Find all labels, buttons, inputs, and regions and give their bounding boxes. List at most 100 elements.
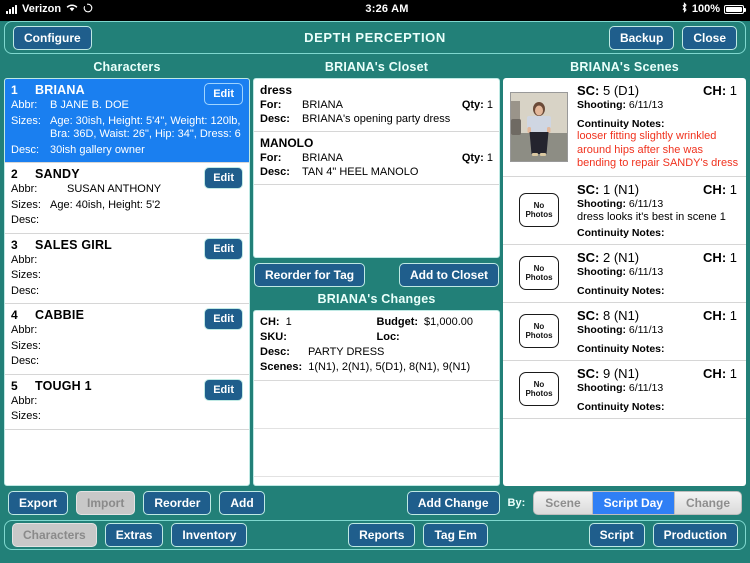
nav-reports-button[interactable]: Reports bbox=[348, 523, 416, 547]
closet-item[interactable]: MANOLO For: BRIANA Qty: 1 Desc: TAN 4" H… bbox=[254, 132, 499, 185]
no-photos-placeholder-icon[interactable]: No Photos bbox=[519, 256, 559, 290]
sc-label: SC: bbox=[577, 249, 600, 265]
continuity-notes-label: Continuity Notes: bbox=[577, 118, 665, 130]
loc-label: Loc: bbox=[376, 331, 400, 343]
sizes-label: Sizes: bbox=[11, 114, 41, 127]
no-photos-line2: Photos bbox=[525, 331, 553, 340]
character-number: 2 bbox=[11, 167, 18, 181]
ch-value: 1 bbox=[285, 316, 292, 328]
desc-value bbox=[45, 285, 243, 299]
segment-scene[interactable]: Scene bbox=[534, 491, 593, 514]
character-row[interactable]: 2 SANDY Edit Abbr: SUSAN ANTHONY Sizes: … bbox=[5, 163, 249, 234]
characters-list[interactable]: 1 BRIANA Edit Abbr: B JANE B. DOE Sizes:… bbox=[4, 78, 250, 486]
shooting-value: 6/11/13 bbox=[628, 381, 664, 394]
sizes-value bbox=[45, 269, 243, 283]
change-row[interactable]: CH: 1 Budget: $1,000.00 SKU: Loc: Desc: … bbox=[254, 311, 499, 381]
character-row[interactable]: 3 SALES GIRL Edit Abbr: Sizes: Desc: bbox=[5, 234, 249, 304]
sizes-value bbox=[45, 340, 243, 354]
scene-thumbnail[interactable]: No Photos bbox=[507, 308, 571, 355]
scene-thumbnail[interactable] bbox=[507, 83, 571, 171]
scenes-column: BRIANA's Scenes SC: 5 (D1) CH: 1 Shootin… bbox=[503, 58, 747, 486]
scene-row[interactable]: No Photos SC: 2 (N1) CH: 1 Shooting: 6/1… bbox=[503, 245, 747, 303]
clock-label: 3:26 AM bbox=[365, 3, 409, 15]
changes-list[interactable]: CH: 1 Budget: $1,000.00 SKU: Loc: Desc: … bbox=[253, 310, 500, 486]
backup-button[interactable]: Backup bbox=[608, 25, 675, 50]
scene-thumbnail[interactable]: No Photos bbox=[507, 366, 571, 413]
change-sku-loc-line: SKU: Loc: bbox=[260, 330, 493, 345]
character-number: 4 bbox=[11, 308, 18, 322]
reorder-for-tag-button[interactable]: Reorder for Tag bbox=[254, 263, 366, 287]
desc-value bbox=[45, 355, 243, 369]
sc-value: 5 (D1) bbox=[603, 83, 640, 98]
scene-note: dress looks it's best in scene 1 bbox=[577, 210, 726, 223]
add-change-button[interactable]: Add Change bbox=[406, 490, 500, 515]
closet-list[interactable]: dress For: BRIANA Qty: 1 Desc: BRIANA's … bbox=[253, 78, 500, 258]
group-by-segmented-control[interactable]: Scene Script Day Change bbox=[533, 490, 742, 515]
scene-ch-field: CH: 1 bbox=[703, 250, 741, 265]
character-edit-button[interactable]: Edit bbox=[204, 83, 243, 105]
character-edit-button[interactable]: Edit bbox=[204, 308, 243, 330]
nav-production-button[interactable]: Production bbox=[652, 523, 738, 547]
scene-thumbnail[interactable]: No Photos bbox=[507, 182, 571, 239]
shooting-value: 6/11/13 bbox=[628, 323, 664, 336]
character-sizes-field: Sizes: bbox=[11, 340, 243, 354]
import-button[interactable]: Import bbox=[76, 490, 136, 515]
desc-value: PARTY DRESS bbox=[307, 346, 385, 358]
no-photos-placeholder-icon[interactable]: No Photos bbox=[519, 372, 559, 406]
ch-value: 1 bbox=[729, 307, 738, 323]
segment-change[interactable]: Change bbox=[674, 491, 741, 514]
change-row-empty[interactable] bbox=[254, 429, 499, 477]
nav-inventory-button[interactable]: Inventory bbox=[171, 523, 248, 547]
no-photos-placeholder-icon[interactable]: No Photos bbox=[519, 314, 559, 348]
add-button[interactable]: Add bbox=[219, 490, 265, 515]
scene-header: SC: 9 (N1) CH: 1 bbox=[577, 366, 741, 381]
scene-details: SC: 5 (D1) CH: 1 Shooting: 6/11/13 Conti… bbox=[577, 83, 741, 171]
status-bar: Verizon 3:26 AM 100% bbox=[0, 0, 750, 18]
ch-label: CH: bbox=[703, 307, 727, 323]
no-photos-placeholder-icon[interactable]: No Photos bbox=[519, 193, 559, 227]
closet-item[interactable]: dress For: BRIANA Qty: 1 Desc: BRIANA's … bbox=[254, 79, 499, 132]
nav-tag-em-button[interactable]: Tag Em bbox=[423, 523, 488, 547]
close-button[interactable]: Close bbox=[682, 25, 737, 50]
character-name: SANDY bbox=[35, 167, 80, 181]
change-loc-field: Loc: bbox=[377, 330, 494, 345]
ch-label: CH: bbox=[703, 83, 727, 98]
ch-label: CH: bbox=[703, 181, 727, 197]
closet-item-qty: Qty: 1 bbox=[462, 98, 493, 112]
nav-characters-button[interactable]: Characters bbox=[12, 523, 97, 547]
nav-extras-button[interactable]: Extras bbox=[104, 523, 164, 547]
status-bar-right: 100% bbox=[681, 2, 746, 16]
scene-sc-field: SC: 8 (N1) bbox=[577, 308, 639, 323]
characters-column: Characters 1 BRIANA Edit Abbr: B JANE B.… bbox=[4, 58, 250, 486]
scene-row[interactable]: SC: 5 (D1) CH: 1 Shooting: 6/11/13 Conti… bbox=[503, 78, 747, 177]
shooting-label: Shooting: bbox=[577, 99, 626, 111]
scene-row[interactable]: No Photos SC: 8 (N1) CH: 1 Shooting: 6/1… bbox=[503, 303, 747, 361]
nav-script-button[interactable]: Script bbox=[588, 523, 645, 547]
character-row[interactable]: 1 BRIANA Edit Abbr: B JANE B. DOE Sizes:… bbox=[5, 79, 249, 163]
segment-script-day[interactable]: Script Day bbox=[592, 491, 675, 514]
character-name: BRIANA bbox=[35, 83, 85, 97]
character-row[interactable]: 4 CABBIE Edit Abbr: Sizes: Desc: bbox=[5, 304, 249, 375]
scene-row[interactable]: No Photos SC: 1 (N1) CH: 1 Shooting: 6/1… bbox=[503, 177, 747, 245]
scene-shooting-field: Shooting: 6/11/13 bbox=[577, 198, 741, 210]
character-desc-field: Desc: bbox=[11, 285, 243, 299]
character-row[interactable]: 5 TOUGH 1 Edit Abbr: Sizes: bbox=[5, 375, 249, 430]
character-edit-button[interactable]: Edit bbox=[204, 378, 243, 401]
character-edit-button[interactable]: Edit bbox=[204, 167, 243, 189]
sizes-label: Sizes: bbox=[11, 410, 41, 422]
scene-row[interactable]: No Photos SC: 9 (N1) CH: 1 Shooting: 6/1… bbox=[503, 361, 747, 419]
continuity-photo[interactable] bbox=[510, 91, 568, 162]
scene-thumbnail[interactable]: No Photos bbox=[507, 250, 571, 297]
change-row-empty[interactable] bbox=[254, 381, 499, 429]
app-root: Configure DEPTH PERCEPTION Backup Close … bbox=[0, 21, 750, 563]
reorder-button[interactable]: Reorder bbox=[143, 490, 212, 515]
character-edit-button[interactable]: Edit bbox=[204, 237, 243, 260]
closet-item-for-field: For: BRIANA Qty: 1 bbox=[260, 98, 493, 112]
top-toolbar: Configure DEPTH PERCEPTION Backup Close bbox=[4, 21, 746, 54]
scenes-list[interactable]: SC: 5 (D1) CH: 1 Shooting: 6/11/13 Conti… bbox=[503, 78, 747, 486]
desc-label: Desc: bbox=[11, 214, 40, 226]
add-to-closet-button[interactable]: Add to Closet bbox=[399, 263, 499, 287]
abbr-label: Abbr: bbox=[11, 324, 38, 336]
export-button[interactable]: Export bbox=[8, 490, 69, 515]
continuity-notes-label: Continuity Notes: bbox=[577, 342, 665, 355]
